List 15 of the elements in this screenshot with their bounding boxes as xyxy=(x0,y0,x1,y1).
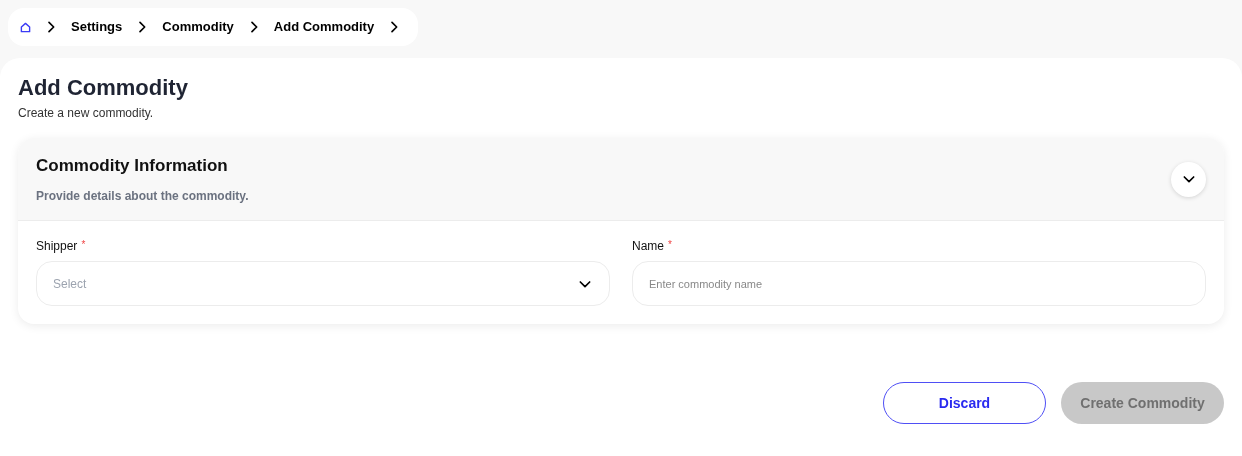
input-field[interactable]: Enter commodity name xyxy=(632,261,1206,306)
field-label: Name xyxy=(632,238,664,255)
breadcrumb-link[interactable]: Add Commodity xyxy=(273,17,375,37)
home-icon[interactable] xyxy=(20,21,31,33)
required-mark: * xyxy=(668,238,672,252)
page-subtitle: Create a new commodity. xyxy=(18,105,155,122)
required-mark: * xyxy=(81,238,86,252)
page-title: Add Commodity xyxy=(18,74,189,102)
section-description: Provide details about the commodity. xyxy=(36,187,249,205)
breadcrumb-link[interactable]: Settings xyxy=(71,17,123,37)
breadcrumb-link[interactable]: Commodity xyxy=(162,17,234,37)
discard-button[interactable]: Discard xyxy=(883,382,1046,424)
field-label: Shipper xyxy=(36,238,78,255)
collapse-toggle-button[interactable] xyxy=(1171,161,1206,197)
section-title: Commodity Information xyxy=(36,155,229,178)
